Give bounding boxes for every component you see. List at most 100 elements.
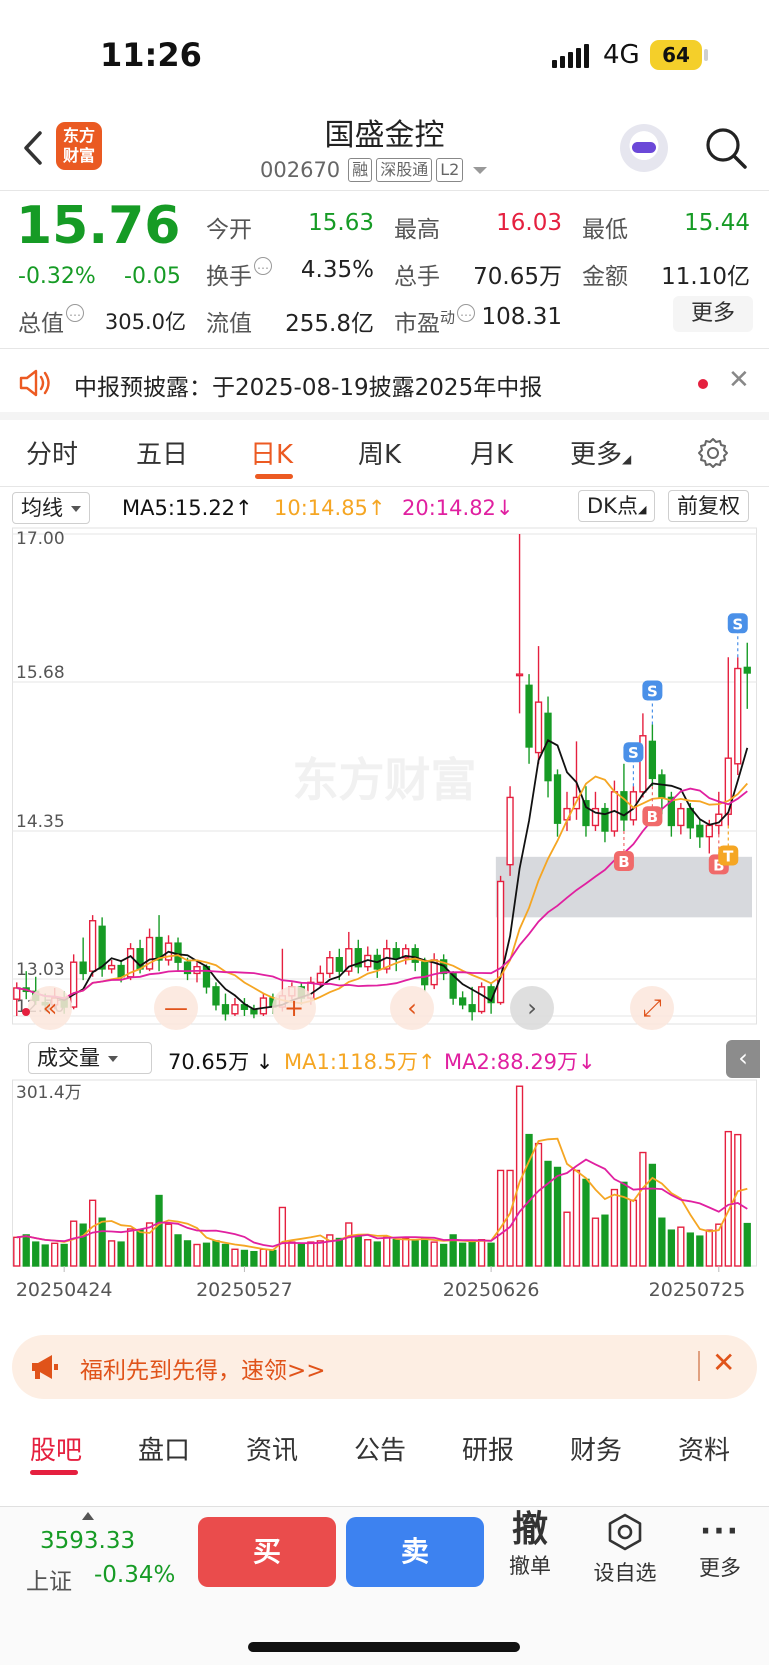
tab-weekly-k[interactable]: 周K [358,434,401,471]
more-button[interactable]: ··· 更多 [690,1512,750,1582]
gear-icon[interactable] [696,436,730,470]
candle-body [743,666,751,674]
low-value: 15.44 [684,210,750,236]
close-icon[interactable]: ✕ [712,1346,735,1379]
volume-bar [297,1243,305,1267]
tab-announcements[interactable]: 公告 [354,1430,406,1467]
assistant-robot-icon[interactable] [620,124,668,172]
volume-bar [383,1236,391,1267]
collapse-panel-button[interactable]: ‹ [726,1040,760,1078]
stock-code-row[interactable]: 002670 融 深股通 L2 [260,158,488,182]
search-icon[interactable] [704,126,748,170]
volume-bar [13,1236,21,1267]
volume-bar [107,1240,116,1267]
info-icon[interactable]: … [254,257,272,275]
volume-readout: 70.65万 ↓ [168,1050,274,1074]
index-value[interactable]: 3593.33 [40,1528,135,1554]
volume-bar [240,1249,249,1267]
volume-bar [345,1222,353,1267]
tab-intraday[interactable]: 分时 [26,434,78,471]
tab-more[interactable]: 更多◢ [570,434,631,471]
signal-label: S [628,744,639,762]
tab-financials[interactable]: 财务 [570,1430,622,1467]
volume-bar [459,1242,467,1267]
volume-bar [610,1188,619,1267]
volume-bar [221,1243,230,1267]
volume-bar [354,1235,362,1267]
volume-bar [126,1228,135,1267]
more-quote-button[interactable]: 更多 [673,296,753,332]
divider [698,1351,700,1381]
candle-body [212,986,220,1006]
adjust-select[interactable]: 前复权 [668,490,749,522]
tab-news[interactable]: 资讯 [246,1430,298,1467]
volume-bar [402,1237,410,1267]
promo-text[interactable]: 福利先到先得，速领>> [80,1351,326,1385]
cancel-order-label: 撤单 [509,1554,551,1578]
pe-value: 108.31 [481,304,562,330]
candle-body [677,807,685,827]
float-value: 255.8亿 [285,311,374,337]
volume-bar [98,1217,106,1267]
dk-point-select[interactable]: DK点◢ [578,490,656,522]
volume-bar [544,1160,552,1267]
candle-body [13,987,21,1000]
candle-body [506,796,514,866]
candle-body [392,948,400,959]
divider [0,190,769,191]
candle-body [468,1004,476,1013]
volume-bar [572,1169,581,1267]
volume-bar [136,1229,144,1267]
candle-body [259,997,268,1015]
volume-label: 总手 [394,264,440,290]
volume-bar [250,1250,258,1267]
unread-dot [698,379,708,389]
open-label: 今开 [206,217,252,243]
buy-button[interactable]: 买 [198,1517,336,1587]
candle-body [231,1004,239,1015]
indicator-select[interactable]: 均线 [12,492,90,524]
sell-button[interactable]: 卖 [346,1517,484,1587]
tab-monthly-k[interactable]: 月K [470,434,513,471]
volume-indicator-select[interactable]: 成交量 [28,1042,152,1074]
tab-profile[interactable]: 资料 [678,1430,730,1467]
volume-bar [278,1206,287,1267]
signal-label: B [647,808,658,826]
ma5-readout: MA5:15.22↑ [122,496,253,520]
candle-body [117,964,125,978]
ma10-readout: 10:14.85↑ [274,496,386,520]
volume-bar [307,1241,315,1267]
vol-ma1-readout: MA1:118.5万↑ [284,1050,436,1074]
ma20-readout: 20:14.82↓ [402,496,514,520]
volume-bar [468,1241,476,1267]
tab-daily-k[interactable]: 日K [250,434,293,471]
change-percent: -0.32% [18,264,96,289]
candle-body [525,684,533,748]
tab-forum[interactable]: 股吧 [30,1430,82,1467]
volume-bar [22,1234,30,1267]
high-label: 最高 [394,217,440,243]
chevron-up-icon[interactable] [82,1512,94,1520]
stock-code: 002670 [260,158,341,182]
megaphone-icon [32,1355,58,1379]
candle-body [316,972,324,984]
tab-five-day[interactable]: 五日 [136,434,188,471]
volume-bar [51,1242,59,1267]
tab-orderbook[interactable]: 盘口 [138,1430,190,1467]
info-icon[interactable]: … [457,304,476,322]
close-icon[interactable]: ✕ [728,365,750,395]
change-amount: -0.05 [124,264,181,289]
amount-label: 金额 [582,264,628,290]
kline-chart[interactable]: 东方财富17.0015.6814.3513.0312.70BSBSBTS301.… [12,526,757,1316]
tab-research[interactable]: 研报 [462,1430,514,1467]
info-icon[interactable]: … [66,304,84,322]
cancel-order-button[interactable]: 撤 撤单 [500,1510,560,1580]
chart-control-icon: — [164,994,188,1022]
date-label: 20250725 [649,1279,746,1301]
candle-body [411,948,419,963]
volume-bar [174,1234,182,1267]
notice-text[interactable]: 中报预披露：于2025-08-19披露2025年中报 [74,368,542,402]
home-indicator[interactable] [248,1642,520,1652]
low-label: 最低 [582,217,628,243]
add-watchlist-button[interactable]: 设自选 [588,1512,662,1587]
